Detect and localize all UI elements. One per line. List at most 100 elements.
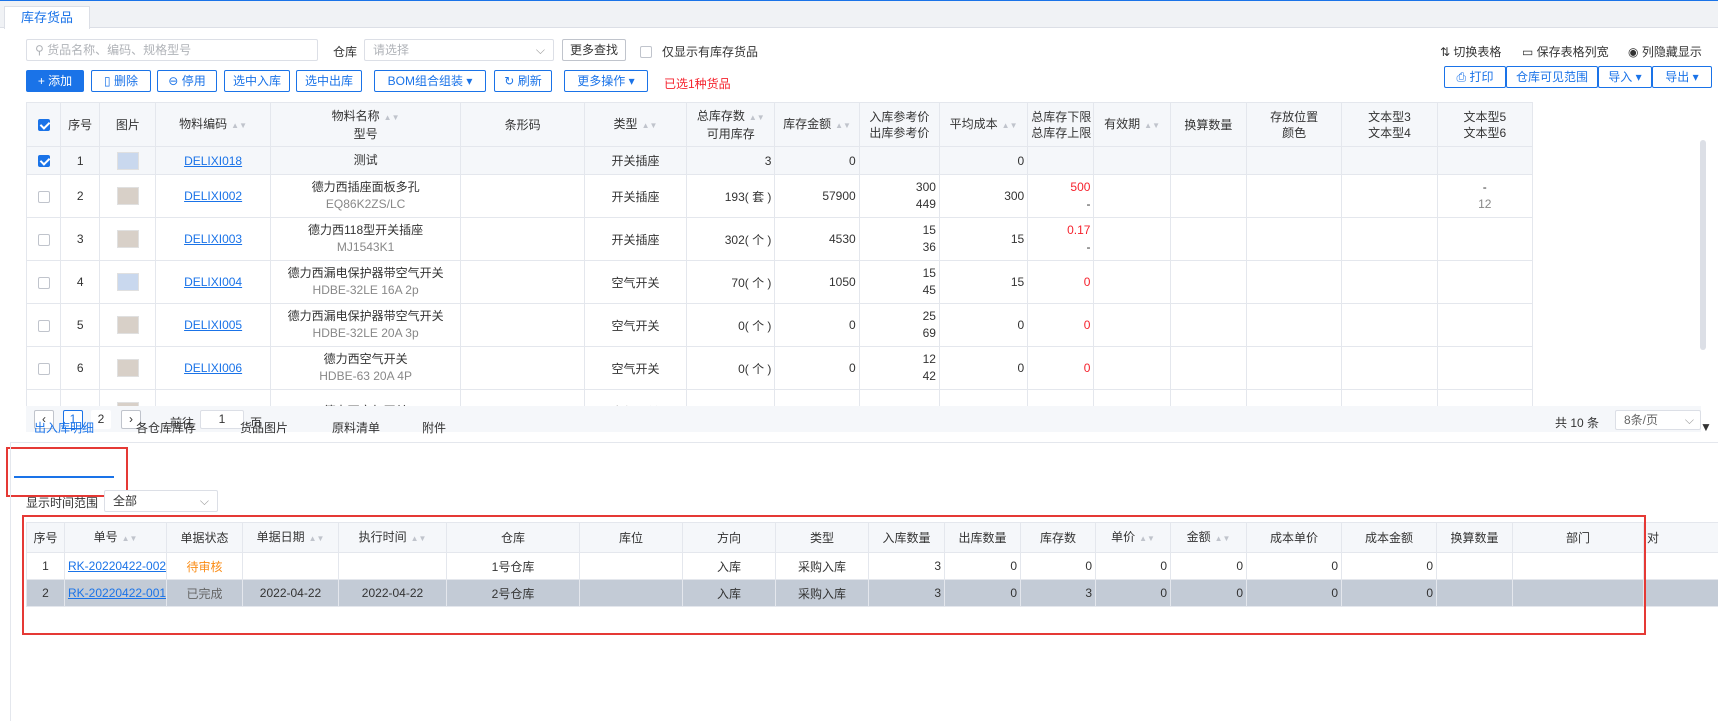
product-thumbnail[interactable] [116,359,139,377]
row-checkbox[interactable] [37,319,50,332]
col-avg-cost[interactable]: 平均成本 ▲▼ [938,102,1029,147]
product-code-link[interactable]: DELIXI003 [184,232,242,246]
cell-image[interactable] [99,146,157,175]
cell-code[interactable]: DELIXI005 [155,303,271,347]
folder-icon: ▭ [1522,45,1537,59]
row-checkbox[interactable] [37,276,50,289]
cell-amount: 0 [774,389,860,406]
cell-type: 空气开关 [583,389,688,406]
row-select-cell[interactable] [26,217,62,261]
sort-icon[interactable]: ▲▼ [642,121,658,130]
subtab-warehouse-stock[interactable]: 各仓库库存 [136,418,196,438]
export-button[interactable]: 导出 ▾ [1652,66,1712,88]
subtab-inout-detail[interactable]: 出入库明细 [34,418,94,438]
row-checkbox[interactable] [37,155,50,168]
sort-icon[interactable]: ▲▼ [1144,121,1160,130]
row-checkbox[interactable] [37,233,50,246]
cell-type: 空气开关 [583,260,688,304]
product-thumbnail[interactable] [116,230,139,248]
cell-code[interactable]: DELIXI002 [155,174,271,218]
subtab-materials[interactable]: 原料清单 [332,418,380,438]
col-valid[interactable]: 有效期 ▲▼ [1093,102,1171,147]
col-type[interactable]: 类型 ▲▼ [583,102,688,147]
subtab-attachments[interactable]: 附件 [422,418,446,438]
row-select-cell[interactable] [26,303,62,347]
cell-code[interactable]: DELIXI006 [155,346,271,390]
table-row[interactable]: 7DELIXI007德力西空气开关空气开关0( 个 )0200 [26,389,1534,406]
row-checkbox[interactable] [37,190,50,203]
table-row[interactable]: 1 DELIXI018 测试 开关插座 3 0 0 [26,146,1534,175]
row-select-cell[interactable] [26,146,62,175]
row-select-cell[interactable] [26,260,62,304]
product-code-link[interactable]: DELIXI005 [184,318,242,332]
warehouse-scope-button[interactable]: 仓库可见范围 [1506,66,1598,88]
row-select-cell[interactable] [26,389,62,406]
subtab-images[interactable]: 货品图片 [240,418,288,438]
refresh-button[interactable]: ↻ 刷新 [494,70,552,92]
select-in-button[interactable]: 选中入库 [224,70,290,92]
sort-icon[interactable]: ▲▼ [835,121,851,130]
sort-icon[interactable]: ▲▼ [384,113,400,122]
cell-code[interactable]: DELIXI018 [155,146,271,175]
time-range-select[interactable]: 全部 ⌵ [104,490,218,512]
cell-limit: 0 [1027,346,1095,390]
cell-code[interactable]: DELIXI007 [155,389,271,406]
product-code-link[interactable]: DELIXI018 [184,154,242,168]
col-code[interactable]: 物料编码 ▲▼ [155,102,271,147]
product-thumbnail[interactable] [116,316,139,334]
goto-page-input[interactable]: 1 [200,410,244,429]
cell-code[interactable]: DELIXI004 [155,260,271,304]
image-placeholder-icon[interactable] [116,273,139,291]
select-out-button[interactable]: 选中出库 [296,70,362,92]
sort-icon[interactable]: ▲▼ [1002,121,1018,130]
cell-text34 [1341,303,1438,347]
delete-button[interactable]: ▯ 删除 [91,70,151,92]
more-ops-button[interactable]: 更多操作 ▾ [564,70,648,92]
table-row[interactable]: 5 DELIXI005 德力西漏电保护器带空气开关 HDBE-32LE 20A 3p 空… [26,303,1534,347]
cell-image[interactable] [99,217,157,261]
row-checkbox[interactable] [37,362,50,375]
col-amount[interactable]: 库存金额 ▲▼ [774,102,860,147]
product-code-link[interactable]: DELIXI006 [184,361,242,375]
page-size-select[interactable]: 8条/页 ⌵ [1615,410,1701,430]
row-select-cell[interactable] [26,346,62,390]
table-row[interactable]: 6 DELIXI006 德力西空气开关 HDBE-63 20A 4P 空气开关 0( 个 … [26,346,1534,390]
row-select-cell[interactable] [26,174,62,218]
cell-text56 [1436,260,1534,304]
import-button[interactable]: 导入 ▾ [1598,66,1652,88]
product-code-link[interactable]: DELIXI002 [184,189,242,203]
cell-code[interactable]: DELIXI003 [155,217,271,261]
product-thumbnail[interactable] [116,187,139,205]
cell-image[interactable] [99,260,157,304]
cell-image[interactable] [99,346,157,390]
search-input[interactable]: ⚲ 货品名称、编码、规格型号 [26,39,318,61]
bom-button[interactable]: BOM组合组装 ▾ [374,70,486,92]
disable-button[interactable]: ⊖ 停用 [157,70,217,92]
select-all-checkbox[interactable] [37,119,50,132]
col-stock[interactable]: 总库存数 ▲▼ 可用库存 [686,102,776,147]
add-button[interactable]: + 添加 [26,70,84,92]
column-hide-button[interactable]: ◉ 列隐藏显示 [1628,43,1702,60]
save-columns-button[interactable]: ▭ 保存表格列宽 [1522,43,1609,60]
sort-icon[interactable]: ▲▼ [749,113,765,122]
switch-table-button[interactable]: ⇅ 切换表格 [1440,43,1501,60]
collapse-caret-icon[interactable]: ▼ [1700,420,1712,434]
only-stock-checkbox[interactable] [640,45,652,58]
print-button[interactable]: ⎙ 打印 [1444,66,1506,88]
select-all-cell[interactable] [26,102,62,147]
table-row[interactable]: 2 DELIXI002 德力西插座面板多孔 EQ86K2ZS/LC 开关插座 193( 套… [26,174,1534,218]
image-placeholder-icon[interactable] [116,151,139,170]
more-search-button[interactable]: 更多查找 [562,39,626,61]
warehouse-select[interactable]: 请选择 ⌵ [364,39,554,61]
col-name[interactable]: 物料名称 ▲▼ 型号 [269,102,462,147]
table-row[interactable]: 3 DELIXI003 德力西118型开关插座 MJ1543K1 开关插座 302( 个 … [26,217,1534,261]
cell-valid [1093,303,1171,347]
main-table-scrollbar[interactable] [1700,140,1706,350]
cell-image[interactable] [99,174,157,218]
table-row[interactable]: 4 DELIXI004 德力西漏电保护器带空气开关 HDBE-32LE 16A 2p 空… [26,260,1534,304]
tab-inventory[interactable]: 库存货品 [4,6,91,29]
cell-image[interactable] [99,389,157,406]
product-code-link[interactable]: DELIXI004 [184,275,242,289]
sort-icon[interactable]: ▲▼ [231,121,247,130]
cell-image[interactable] [99,303,157,347]
